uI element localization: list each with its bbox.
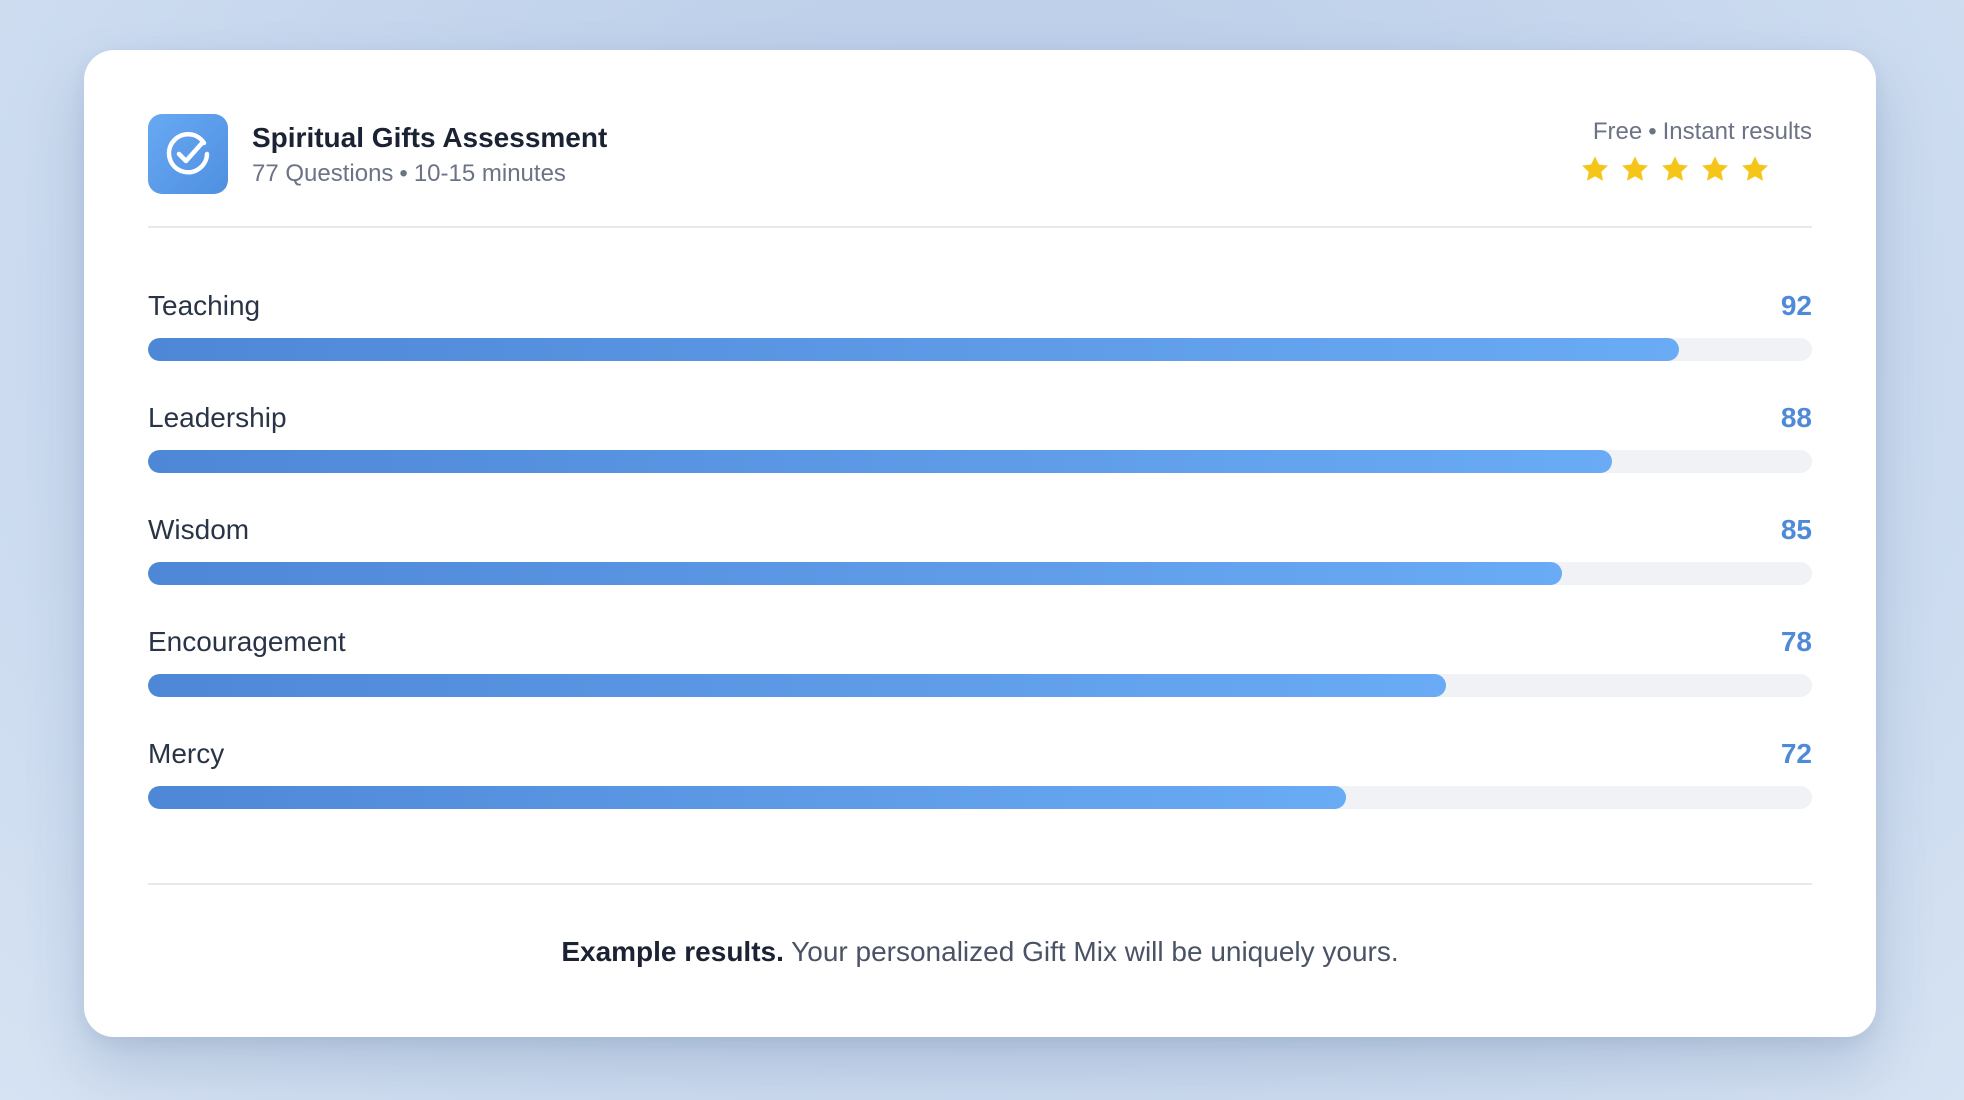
gift-score: 85 [1780,514,1812,545]
gift-row-leadership: Leadership 88 [148,402,1812,514]
check-circle-icon [148,114,228,194]
gift-bar-track [148,338,1812,361]
star-icon [1662,156,1688,181]
gift-label: Wisdom [148,514,250,545]
assessment-meta: Free • Instant results [1593,118,1812,146]
gift-label: Leadership [148,402,287,433]
gift-bar-fill [148,674,1446,697]
gift-score: 92 [1780,290,1812,321]
gift-row-wisdom: Wisdom 85 [148,514,1812,626]
gift-label: Teaching [148,290,261,321]
assessment-card: Spiritual Gifts Assessment 77 Questions •… [84,50,1876,1037]
gift-row-encouragement: Encouragement 78 [148,626,1812,738]
example-results-text: Your personalized Gift Mix will be uniqu… [783,936,1399,967]
header-divider [148,226,1812,228]
gift-bar-track [148,674,1812,697]
gift-row-teaching: Teaching 92 [148,290,1812,402]
star-icon [1582,156,1608,181]
example-results-note: Example results. Your personalized Gift … [148,936,1812,968]
results-speed-label: Instant results [1662,118,1812,145]
gift-score: 78 [1780,626,1812,657]
star-icon [1622,156,1648,181]
gift-bar-fill [148,450,1613,473]
question-count: 77 Questions [252,160,394,187]
gift-bar-fill [148,338,1679,361]
footer-divider [148,883,1812,885]
price-label: Free [1592,118,1643,145]
example-results-emphasis: Example results. [561,936,784,967]
star-rating [1580,154,1770,184]
card-header: Spiritual Gifts Assessment 77 Questions •… [148,114,1812,194]
star-icon [1702,156,1728,181]
gift-label: Encouragement [148,626,346,657]
assessment-title: Spiritual Gifts Assessment [252,122,608,153]
gift-score: 72 [1780,738,1812,769]
gift-label: Mercy [148,738,225,769]
duration: 10-15 minutes [413,160,566,187]
separator-dot: • [399,160,408,187]
check-circle-glyph [166,132,210,175]
assessment-details: 77 Questions • 10-15 minutes [252,160,566,188]
star-icon [1742,156,1768,181]
gift-bar-fill [148,562,1563,585]
gift-row-mercy: Mercy 72 [148,738,1812,850]
gift-bar-track [148,786,1812,809]
gift-results-list: Teaching 92 Leadership 88 Wisdom 85 Enco… [148,290,1812,850]
separator-dot: • [1648,118,1657,145]
gift-score: 88 [1780,402,1812,433]
gift-bar-fill [148,786,1347,809]
gift-bar-track [148,450,1812,473]
gift-bar-track [148,562,1812,585]
